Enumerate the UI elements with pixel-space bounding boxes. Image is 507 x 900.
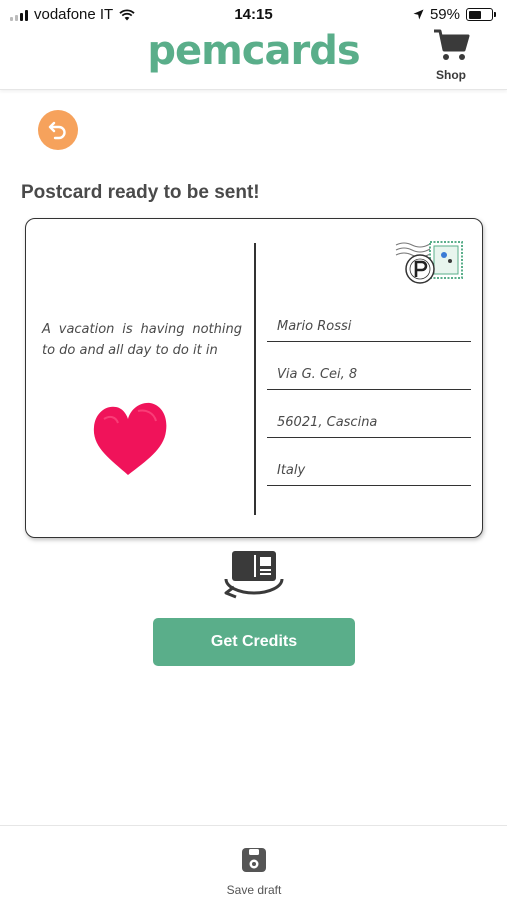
address-country: Italy [267, 460, 471, 486]
back-button[interactable] [38, 110, 78, 150]
postage-stamp-icon [395, 241, 463, 284]
cart-icon [434, 29, 470, 60]
app-header: pemcards Shop [0, 28, 507, 90]
battery-icon [466, 8, 496, 21]
save-draft-button[interactable]: Save draft [204, 846, 304, 897]
bottom-bar: Save draft [0, 825, 507, 900]
shop-label: Shop [436, 68, 466, 82]
postcard-preview: A vacation is having nothing to do and a… [25, 218, 483, 538]
address-street: Via G. Cei, 8 [267, 364, 471, 390]
postcard-divider [254, 243, 256, 515]
save-draft-label: Save draft [226, 883, 282, 897]
flip-card-icon[interactable] [222, 549, 286, 601]
back-arrow-icon [48, 121, 66, 140]
clipboard-save-icon [242, 848, 266, 872]
shop-button[interactable]: Shop [431, 28, 471, 82]
battery-fill [468, 10, 482, 19]
battery-percent: 59% [429, 6, 460, 23]
get-credits-button[interactable]: Get Credits [153, 618, 355, 666]
address-name: Mario Rossi [267, 316, 471, 342]
status-bar: vodafone IT 14:15 59% [0, 0, 507, 28]
heart-icon [93, 402, 167, 475]
address-city: 56021, Cascina [267, 412, 471, 438]
location-arrow-icon [413, 9, 424, 20]
page-title: Postcard ready to be sent! [21, 182, 260, 203]
postcard-message: A vacation is having nothing to do and a… [42, 322, 242, 358]
status-right: 59% [413, 6, 496, 23]
